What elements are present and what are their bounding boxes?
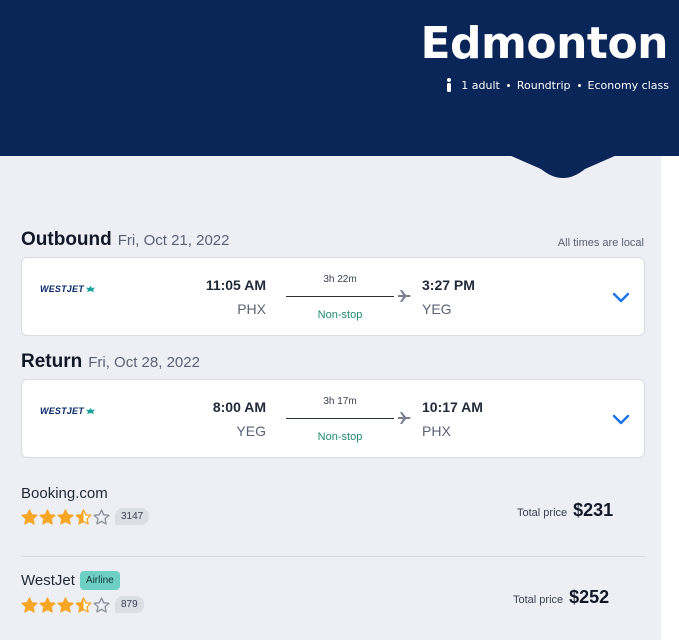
offer-westjet[interactable]: WestJet Airline 879 — [21, 571, 144, 613]
departure: 8:00 AM YEG — [213, 399, 266, 439]
rating-stars: 879 — [21, 596, 144, 613]
star-full-icon — [21, 596, 38, 613]
arrival-time: 10:17 AM — [422, 399, 483, 415]
outbound-heading: Outbound Fri, Oct 21, 2022 — [21, 229, 229, 251]
destination-header: Edmonton 1 adult Roundtrip Economy class — [0, 0, 679, 156]
outbound-flight-card[interactable]: WESTJET 11:05 AM PHX 3h 22m Non-stop 3:2… — [21, 257, 645, 336]
plane-icon — [398, 290, 411, 302]
maple-leaf-icon — [85, 407, 95, 414]
star-full-icon — [39, 508, 56, 525]
offer-divider — [21, 556, 645, 557]
return-heading: Return Fri, Oct 28, 2022 — [21, 351, 200, 373]
header-notch — [509, 155, 617, 178]
return-date: Fri, Oct 28, 2022 — [88, 354, 200, 371]
airline-name: WESTJET — [40, 284, 84, 294]
provider-name[interactable]: Booking.com — [21, 485, 108, 502]
chevron-down-icon[interactable] — [612, 291, 630, 303]
westjet-logo: WESTJET — [40, 406, 95, 416]
return-flight-card[interactable]: WESTJET 8:00 AM YEG 3h 17m Non-stop 10:1… — [21, 379, 645, 458]
price-value[interactable]: $252 — [569, 587, 609, 608]
departure-airport: PHX — [237, 301, 266, 317]
flight-duration: 3h 17m — [323, 396, 357, 407]
provider-name-row: Booking.com — [21, 485, 149, 502]
trip-type: Roundtrip — [516, 78, 571, 92]
outbound-title: Outbound — [21, 229, 112, 250]
provider-name[interactable]: WestJet — [21, 572, 75, 589]
departure-airport: YEG — [236, 423, 266, 439]
star-empty-icon — [93, 508, 110, 525]
offer-booking[interactable]: Booking.com 3147 — [21, 485, 150, 525]
star-half-icon — [75, 508, 92, 525]
flight-duration: 3h 22m — [323, 274, 357, 285]
review-count: 3147 — [115, 508, 150, 525]
westjet-logo: WESTJET — [40, 284, 95, 294]
arrival-airport: YEG — [422, 301, 452, 317]
chevron-down-icon[interactable] — [612, 413, 630, 425]
departure: 11:05 AM PHX — [206, 277, 266, 317]
price-value[interactable]: $231 — [573, 500, 613, 521]
route-line — [286, 296, 394, 297]
arrival: 3:27 PM YEG — [422, 277, 475, 317]
provider-name-row: WestJet Airline — [21, 571, 144, 590]
separator-dot — [506, 83, 510, 87]
trip-summary: 1 adult Roundtrip Economy class — [445, 78, 669, 92]
offer-price[interactable]: Total price $231 — [517, 500, 613, 521]
destination-title: Edmonton — [420, 18, 668, 69]
price-label: Total price — [513, 594, 564, 606]
review-count: 879 — [115, 596, 144, 613]
star-empty-icon — [93, 596, 110, 613]
stops-label: Non-stop — [317, 309, 363, 321]
return-title: Return — [21, 351, 83, 372]
star-full-icon — [21, 508, 38, 525]
airline-name: WESTJET — [40, 406, 84, 416]
departure-time: 8:00 AM — [212, 399, 266, 415]
outbound-date: Fri, Oct 21, 2022 — [117, 232, 230, 249]
arrival-time: 3:27 PM — [422, 277, 475, 293]
plane-icon — [398, 412, 411, 424]
separator-dot — [577, 83, 581, 87]
maple-leaf-icon — [85, 285, 95, 292]
star-half-icon — [75, 596, 92, 613]
person-icon — [447, 78, 452, 92]
airline-badge: Airline — [79, 571, 120, 590]
arrival-airport: PHX — [422, 423, 451, 439]
star-full-icon — [57, 596, 74, 613]
star-full-icon — [57, 508, 74, 525]
route-line — [286, 418, 394, 419]
arrival: 10:17 AM PHX — [422, 399, 483, 439]
departure-time: 11:05 AM — [205, 277, 266, 293]
passenger-count: 1 adult — [461, 78, 500, 92]
stops-label: Non-stop — [317, 431, 363, 443]
price-label: Total price — [517, 507, 568, 519]
offer-price[interactable]: Total price $252 — [513, 587, 609, 608]
star-full-icon — [39, 596, 56, 613]
rating-stars: 3147 — [21, 508, 150, 525]
scrollbar-thumb[interactable] — [665, 200, 675, 640]
cabin-class: Economy class — [587, 78, 669, 92]
times-note: All times are local — [557, 237, 644, 249]
